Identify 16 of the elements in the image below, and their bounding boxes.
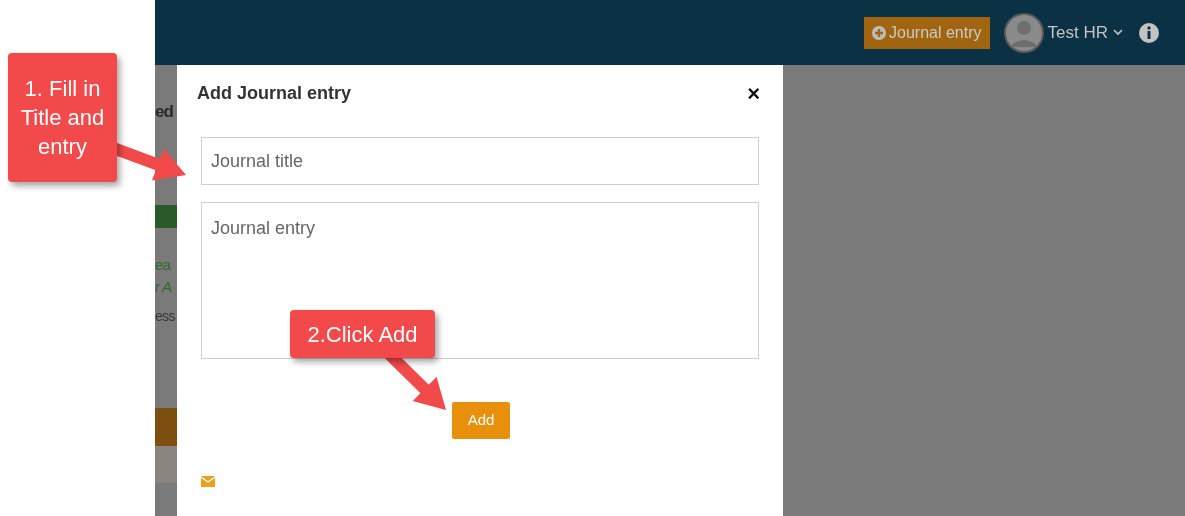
callout: 1. Fill in Title and entry <box>8 53 117 182</box>
avatar-icon[interactable] <box>1003 12 1044 53</box>
chevron-down-icon <box>1113 29 1123 36</box>
title-input[interactable]: Journal title <box>201 137 759 185</box>
link-text: ea <box>155 255 172 275</box>
page-heading: ed <box>155 101 175 123</box>
callout: 2.Click Add <box>290 310 435 358</box>
info-icon[interactable] <box>1139 22 1159 43</box>
section-bar <box>155 408 177 446</box>
modal-title: Add Journal entry <box>197 82 352 105</box>
user-menu[interactable]: Test HR <box>1047 19 1123 46</box>
note-text: ess <box>155 307 176 326</box>
envelope-icon <box>201 476 215 487</box>
close-button[interactable]: × <box>747 82 760 105</box>
plus-icon <box>872 25 887 40</box>
link-text: r A <box>155 277 173 297</box>
